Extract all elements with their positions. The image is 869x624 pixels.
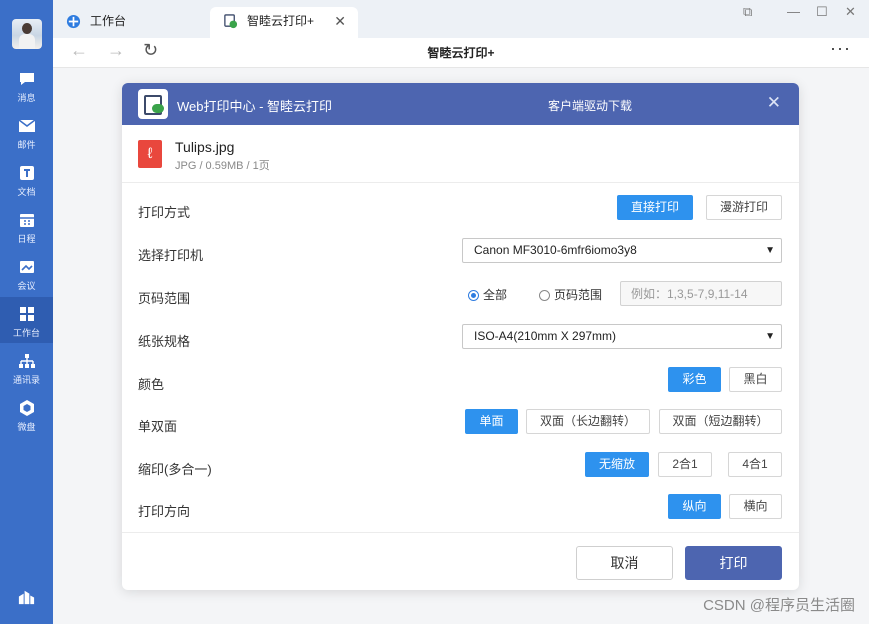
paper-select-value: ISO-A4(210mm X 297mm) — [474, 329, 617, 343]
duplex-long-edge-button[interactable]: 双面（长边翻转） — [526, 409, 650, 434]
chevron-down-icon: ▼ — [765, 331, 775, 342]
tab-label: 工作台 — [90, 14, 127, 28]
workbench-tab-icon — [66, 14, 81, 29]
rail-item-mail[interactable]: 邮件 — [0, 109, 53, 155]
no-scaling-button[interactable]: 无缩放 — [585, 452, 649, 477]
row-page-range: 页码范围 全部 页码范围 — [122, 281, 799, 311]
row-printer: 选择打印机 Canon MF3010-6mfr6iomo3y8 ▼ — [122, 238, 799, 268]
chat-icon — [19, 73, 34, 85]
rail-item-messages[interactable]: 消息 — [0, 62, 53, 108]
row-paper: 纸张规格 ISO-A4(210mm X 297mm) ▼ — [122, 324, 799, 354]
row-label: 缩印(多合一) — [138, 462, 212, 477]
rail-item-meeting[interactable]: 会议 — [0, 250, 53, 296]
rail-item-drive[interactable]: 微盘 — [0, 391, 53, 437]
rail-item-docs[interactable]: 文档 — [0, 156, 53, 202]
row-orientation: 打印方向 纵向 横向 — [122, 494, 799, 524]
row-label: 颜色 — [138, 377, 165, 392]
row-print-mode: 打印方式 直接打印 漫游打印 — [122, 195, 799, 225]
two-in-one-button[interactable]: 2合1 — [658, 452, 712, 477]
row-label: 页码范围 — [138, 291, 191, 306]
row-color: 颜色 彩色 黑白 — [122, 367, 799, 397]
direct-print-button[interactable]: 直接打印 — [617, 195, 693, 220]
dialog-title: Web打印中心 - 智睦云打印 — [177, 99, 333, 114]
print-dialog: Web打印中心 - 智睦云打印 客户端驱动下载 ✕ ℓ Tulips.jpg J… — [122, 83, 799, 590]
calendar-icon — [19, 214, 34, 227]
dialog-header: Web打印中心 - 智睦云打印 客户端驱动下载 ✕ — [122, 83, 799, 125]
color-button[interactable]: 彩色 — [668, 367, 721, 392]
row-label: 选择打印机 — [138, 248, 204, 263]
file-name: Tulips.jpg — [175, 139, 235, 155]
row-nup: 缩印(多合一) 无缩放 2合1 4合1 — [122, 452, 799, 482]
document-icon — [19, 166, 34, 180]
rail-item-label: 微盘 — [17, 422, 36, 432]
four-in-one-button[interactable]: 4合1 — [728, 452, 782, 477]
radio-label: 页码范围 — [554, 288, 603, 302]
radio-unchecked-icon — [539, 290, 550, 301]
contacts-icon — [18, 354, 35, 368]
rail-item-label: 日程 — [17, 234, 36, 244]
file-info: ℓ Tulips.jpg JPG / 0.59MB / 1页 — [122, 125, 799, 183]
watermark: CSDN @程序员生活圈 — [703, 597, 855, 614]
roaming-print-button[interactable]: 漫游打印 — [706, 195, 782, 220]
minimize-icon[interactable]: — — [787, 4, 800, 19]
rail-item-workbench[interactable]: 工作台 — [0, 297, 53, 343]
mono-button[interactable]: 黑白 — [729, 367, 782, 392]
print-button[interactable]: 打印 — [685, 546, 782, 580]
file-meta: JPG / 0.59MB / 1页 — [175, 160, 270, 172]
rail-item-label: 邮件 — [17, 140, 36, 150]
browser-toolbar: ← → ↻ 智睦云打印+ ··· — [53, 38, 869, 68]
rail-item-label: 工作台 — [12, 328, 40, 338]
page-title: 智睦云打印+ — [427, 46, 495, 60]
close-window-icon[interactable]: ✕ — [845, 4, 856, 20]
close-icon[interactable]: ✕ — [334, 7, 346, 36]
row-label: 单双面 — [138, 419, 178, 434]
radio-all-pages[interactable]: 全部 — [468, 286, 507, 303]
page-range-input[interactable] — [620, 281, 782, 306]
row-label: 打印方式 — [138, 205, 191, 220]
simplex-button[interactable]: 单面 — [465, 409, 518, 434]
maximize-icon[interactable]: ☐ — [816, 4, 828, 20]
tab-workbench[interactable]: 工作台 — [53, 7, 209, 38]
meeting-icon — [19, 261, 34, 273]
more-icon[interactable]: ··· — [830, 38, 851, 59]
rail-item-contacts[interactable]: 通讯录 — [0, 344, 53, 390]
workbench-icon — [19, 307, 34, 321]
printer-select-value: Canon MF3010-6mfr6iomo3y8 — [474, 243, 637, 257]
tab-label: 智睦云打印+ — [247, 14, 315, 28]
mail-icon — [18, 119, 35, 132]
rail-item-label: 通讯录 — [12, 375, 40, 385]
portrait-button[interactable]: 纵向 — [668, 494, 721, 519]
restore-window-icon[interactable]: ⧉ — [743, 4, 752, 20]
landscape-button[interactable]: 横向 — [729, 494, 782, 519]
rail-item-calendar[interactable]: 日程 — [0, 203, 53, 249]
cancel-button[interactable]: 取消 — [576, 546, 673, 580]
close-icon[interactable]: ✕ — [767, 93, 781, 113]
drive-icon — [19, 400, 34, 416]
radio-checked-icon — [468, 290, 479, 301]
rail-item-label: 会议 — [17, 281, 36, 291]
app-rail: 消息 邮件 文档 日程 会议 工作台 通讯录 微盘 — [0, 0, 53, 624]
radio-page-range[interactable]: 页码范围 — [539, 286, 602, 303]
radio-label: 全部 — [483, 288, 508, 302]
print-tab-icon — [224, 14, 238, 29]
paper-select[interactable]: ISO-A4(210mm X 297mm) ▼ — [462, 324, 782, 349]
duplex-short-edge-button[interactable]: 双面（短边翻转） — [659, 409, 782, 434]
browser-tab-bar: 工作台 智睦云打印+ ✕ ⧉ — ☐ ✕ — [53, 0, 869, 38]
printer-select[interactable]: Canon MF3010-6mfr6iomo3y8 ▼ — [462, 238, 782, 263]
rail-item-label: 文档 — [17, 187, 36, 197]
pdf-file-icon: ℓ — [138, 140, 162, 168]
row-label: 纸张规格 — [138, 334, 191, 349]
avatar[interactable] — [12, 19, 42, 49]
driver-download-link[interactable]: 客户端驱动下载 — [548, 97, 632, 114]
tab-print[interactable]: 智睦云打印+ ✕ — [210, 7, 358, 38]
apps-icon[interactable] — [17, 587, 36, 606]
row-label: 打印方向 — [138, 504, 191, 519]
divider — [122, 532, 799, 533]
print-logo-icon — [138, 89, 168, 119]
rail-item-label: 消息 — [17, 93, 36, 103]
chevron-down-icon: ▼ — [765, 245, 775, 256]
row-duplex: 单双面 单面 双面（长边翻转） 双面（短边翻转） — [122, 409, 799, 439]
